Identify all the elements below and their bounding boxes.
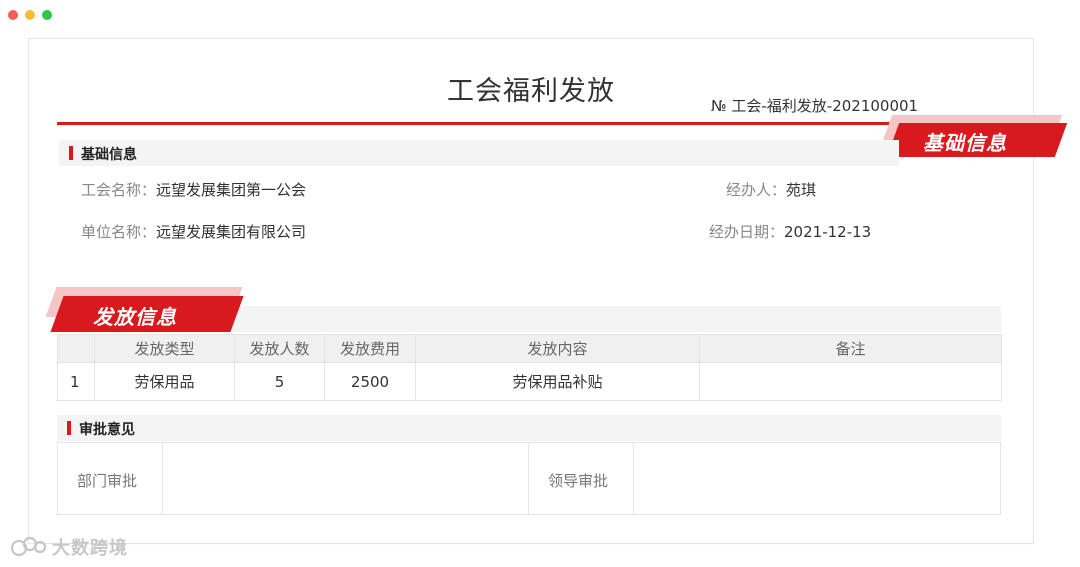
- title-divider: [57, 122, 1017, 125]
- column-header-index: [57, 334, 95, 363]
- basic-info-heading: 基础信息: [81, 147, 137, 163]
- handler-label: 经办人：: [726, 181, 787, 199]
- row-type: 劳保用品: [94, 362, 235, 401]
- dept-approval-input[interactable]: [163, 443, 529, 514]
- column-header-content: 发放内容: [415, 334, 700, 363]
- basic-info-section-header: 基础信息: [59, 140, 899, 166]
- unit-name-field: 单位名称：远望发展集团有限公司: [81, 221, 306, 242]
- leader-approval-label: 领导审批: [548, 472, 609, 490]
- table-header-row: 发放类型 发放人数 发放费用 发放内容 备注: [57, 334, 1002, 363]
- handler-field: 经办人：苑琪: [726, 179, 816, 200]
- dept-approval-label: 部门审批: [77, 472, 138, 490]
- handler-value: 苑琪: [786, 181, 817, 199]
- ribbon-distribution-info-label: 发放信息: [93, 305, 177, 329]
- distribution-table: 发放类型 发放人数 发放费用 发放内容 备注 1 劳保用品 5 2500 劳保用…: [57, 334, 1002, 401]
- maximize-window-button[interactable]: [42, 10, 52, 20]
- row-count: 5: [234, 362, 325, 401]
- document-number: № 工会-福利发放-202100001: [711, 97, 919, 115]
- leader-approval-label-cell: 领导审批: [529, 443, 634, 514]
- column-header-remark: 备注: [699, 334, 1002, 363]
- minimize-window-button[interactable]: [25, 10, 35, 20]
- row-index: 1: [57, 362, 95, 401]
- approval-section-header: 审批意见: [57, 415, 1001, 441]
- cloud-logo-icon: [10, 536, 47, 557]
- unit-name-label: 单位名称：: [81, 223, 157, 241]
- form-sheet: 工会福利发放 № 工会-福利发放-202100001 基础信息 基础信息 工会名…: [28, 38, 1068, 544]
- close-window-button[interactable]: [8, 10, 18, 20]
- row-cost: 2500: [324, 362, 416, 401]
- leader-approval-input[interactable]: [634, 443, 1000, 514]
- approval-heading: 审批意见: [79, 422, 135, 438]
- handle-date-value: 2021-12-13: [784, 223, 872, 241]
- ribbon-basic-info: 基础信息: [879, 115, 1069, 159]
- window-controls: [8, 10, 52, 20]
- row-content: 劳保用品补贴: [415, 362, 700, 401]
- row-remark: [699, 362, 1002, 401]
- handle-date-label: 经办日期：: [709, 223, 785, 241]
- unit-name-value: 远望发展集团有限公司: [156, 223, 307, 241]
- watermark: 大数跨境: [10, 534, 128, 560]
- union-name-value: 远望发展集团第一公会: [156, 181, 307, 199]
- ribbon-distribution-info: 发放信息: [41, 287, 244, 335]
- dept-approval-label-cell: 部门审批: [58, 443, 163, 514]
- union-name-label: 工会名称：: [81, 181, 157, 199]
- table-row: 1 劳保用品 5 2500 劳保用品补贴: [57, 362, 1002, 401]
- column-header-count: 发放人数: [234, 334, 325, 363]
- watermark-text: 大数跨境: [52, 538, 128, 559]
- section-marker: [69, 146, 73, 160]
- section-marker: [67, 421, 71, 435]
- union-name-field: 工会名称：远望发展集团第一公会: [81, 179, 306, 200]
- handle-date-field: 经办日期：2021-12-13: [709, 221, 871, 242]
- column-header-cost: 发放费用: [324, 334, 416, 363]
- approval-grid: 部门审批 领导审批: [57, 442, 1001, 515]
- ribbon-basic-info-label: 基础信息: [923, 131, 1007, 155]
- column-header-type: 发放类型: [94, 334, 235, 363]
